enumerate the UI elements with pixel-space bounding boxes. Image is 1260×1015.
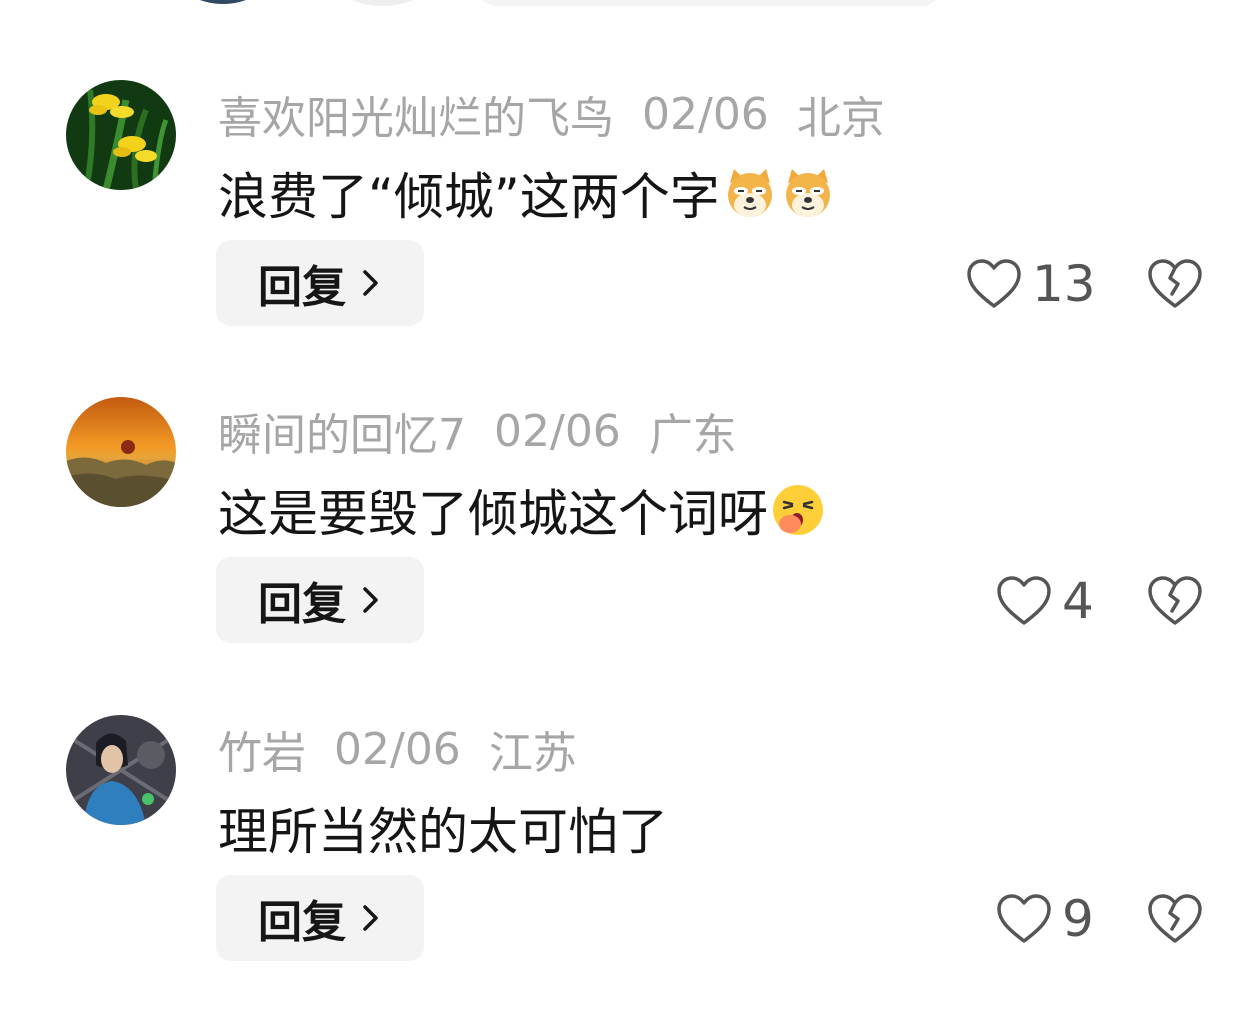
doge-icon bbox=[722, 165, 778, 221]
comment-text: 这是要毁了倾城这个词呀 bbox=[218, 485, 768, 543]
like-count: 9 bbox=[1062, 890, 1094, 948]
username[interactable]: 竹岩 bbox=[218, 717, 306, 781]
comment-text-row: 理所当然的太可怕了 bbox=[218, 793, 668, 863]
comment-meta: 瞬间的回忆7 02/06 广东 bbox=[218, 399, 765, 463]
chevron-right-icon bbox=[363, 270, 378, 296]
dislike-button[interactable] bbox=[1146, 891, 1204, 947]
heart-icon bbox=[997, 894, 1051, 943]
reply-label: 回复 bbox=[258, 897, 346, 948]
dislike-button[interactable] bbox=[1146, 256, 1204, 312]
comment-text: 浪费了“倾城”这两个字 bbox=[218, 168, 720, 226]
avatar[interactable] bbox=[66, 397, 176, 507]
comment-date: 02/06 bbox=[334, 723, 461, 775]
reply-button[interactable]: 回复 bbox=[216, 240, 424, 326]
like-count: 13 bbox=[1032, 255, 1096, 313]
comment-text-row: 浪费了“倾城”这两个字 bbox=[218, 158, 836, 228]
reply-label: 回复 bbox=[258, 579, 346, 630]
username[interactable]: 喜欢阳光灿烂的飞鸟 bbox=[218, 82, 614, 146]
comment-item: 瞬间的回忆7 02/06 广东 这是要毁了倾城这个词呀 回复 4 bbox=[0, 397, 1260, 697]
comment-meta: 喜欢阳光灿烂的飞鸟 02/06 北京 bbox=[218, 82, 913, 146]
broken-heart-icon bbox=[1148, 894, 1202, 943]
heart-icon bbox=[997, 576, 1051, 625]
comment-item: 竹岩 02/06 江苏 理所当然的太可怕了 回复 9 bbox=[0, 715, 1260, 1015]
comment-date: 02/06 bbox=[494, 405, 621, 457]
reply-button[interactable]: 回复 bbox=[216, 875, 424, 961]
broken-heart-icon bbox=[1148, 576, 1202, 625]
heart-icon bbox=[967, 259, 1021, 308]
chevron-right-icon bbox=[363, 587, 378, 613]
comment-location: 广东 bbox=[648, 410, 737, 461]
comment-item: 喜欢阳光灿烂的飞鸟 02/06 北京 浪费了“倾城”这两个字 回复 13 bbox=[0, 80, 1260, 380]
chevron-right-icon bbox=[363, 905, 378, 931]
avatar[interactable] bbox=[66, 80, 176, 190]
reply-label: 回复 bbox=[258, 262, 346, 313]
comment-location: 北京 bbox=[796, 93, 885, 144]
dislike-button[interactable] bbox=[1146, 573, 1204, 629]
doge-icon bbox=[780, 165, 836, 221]
comment-text: 理所当然的太可怕了 bbox=[218, 803, 668, 861]
yawn-icon bbox=[770, 482, 826, 538]
broken-heart-icon bbox=[1148, 259, 1202, 308]
comment-location: 江苏 bbox=[488, 728, 577, 779]
previous-avatar[interactable] bbox=[180, 0, 266, 4]
comment-date: 02/06 bbox=[642, 88, 769, 140]
like-button[interactable]: 13 bbox=[966, 252, 1096, 316]
like-button[interactable]: 9 bbox=[996, 887, 1094, 951]
previous-reply-bar[interactable] bbox=[478, 0, 940, 6]
reply-button[interactable]: 回复 bbox=[216, 557, 424, 643]
like-button[interactable]: 4 bbox=[996, 569, 1094, 633]
comment-text-row: 这是要毁了倾城这个词呀 bbox=[218, 475, 826, 545]
username[interactable]: 瞬间的回忆7 bbox=[218, 399, 466, 463]
like-count: 4 bbox=[1062, 572, 1094, 630]
previous-control[interactable] bbox=[338, 0, 428, 6]
avatar[interactable] bbox=[66, 715, 176, 825]
comment-meta: 竹岩 02/06 江苏 bbox=[218, 717, 605, 781]
